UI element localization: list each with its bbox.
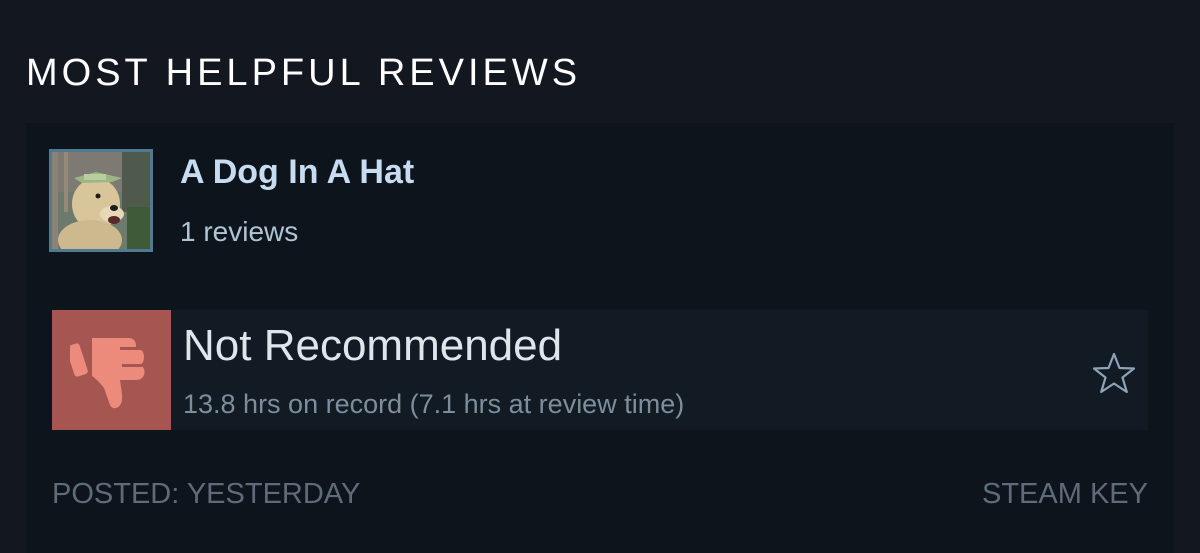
review-verdict[interactable]: Not Recommended 13.8 hrs on record (7.1 … (52, 310, 1148, 430)
dog-in-hat-avatar-icon (52, 152, 150, 249)
verdict-label: Not Recommended (183, 321, 563, 370)
thumbs-down-icon (70, 338, 145, 409)
playtime-hours: 13.8 hrs on record (7.1 hrs at review ti… (183, 389, 685, 419)
author-review-count[interactable]: 1 reviews (180, 215, 298, 249)
author-name[interactable]: A Dog In A Hat (180, 151, 414, 193)
review-card: A Dog In A Hat 1 reviews Not Recommended… (26, 123, 1174, 553)
section-title: MOST HELPFUL REVIEWS (26, 52, 582, 94)
author-avatar[interactable] (49, 149, 153, 252)
posted-date: POSTED: YESTERDAY (52, 478, 361, 510)
star-outline-icon (1092, 352, 1136, 394)
product-key-source: STEAM KEY (982, 478, 1148, 510)
verdict-icon-box (52, 310, 171, 430)
favorite-star-button[interactable] (1090, 350, 1138, 398)
